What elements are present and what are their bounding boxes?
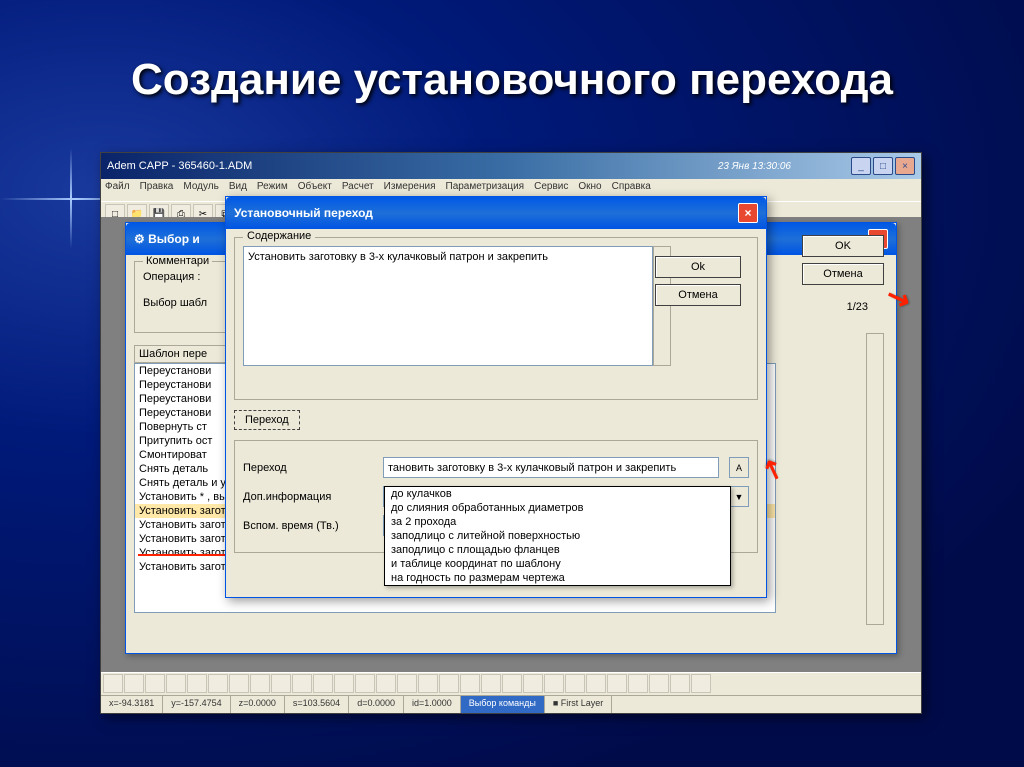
- vybor-buttons: OK Отмена: [802, 235, 884, 285]
- dopinfo-dropdown[interactable]: до кулачков до слияния обработанных диам…: [384, 486, 731, 586]
- bt-icon[interactable]: [250, 674, 270, 693]
- status-s: s=103.5604: [285, 696, 349, 713]
- bt-icon[interactable]: [355, 674, 375, 693]
- perehod-row: Переход А: [243, 457, 749, 478]
- operation-label: Операция :: [143, 271, 228, 283]
- bt-icon[interactable]: [586, 674, 606, 693]
- menu-file[interactable]: Файл: [105, 181, 130, 199]
- statusbar: x=-94.3181 y=-157.4754 z=0.0000 s=103.56…: [101, 695, 921, 713]
- content-textarea[interactable]: [243, 246, 653, 366]
- gear-icon: ⚙: [134, 232, 145, 246]
- status-layer: ■ First Layer: [545, 696, 612, 713]
- minimize-button[interactable]: _: [851, 157, 871, 175]
- dropdown-option[interactable]: до кулачков: [385, 487, 730, 501]
- column-header: Шаблон пере: [134, 345, 232, 363]
- scrollbar[interactable]: [866, 333, 884, 625]
- perehod-tab[interactable]: Переход: [234, 410, 300, 430]
- dropdown-option[interactable]: заподлицо с площадью фланцев: [385, 543, 730, 557]
- bt-icon[interactable]: [670, 674, 690, 693]
- bt-icon[interactable]: [607, 674, 627, 693]
- dropdown-option[interactable]: за 2 прохода: [385, 515, 730, 529]
- perehod-body: Содержание Ok Отмена Переход Переход А Д…: [226, 229, 766, 561]
- template-select-label: Выбор шабл: [143, 297, 228, 309]
- app-title: Adem CAPP - 365460-1.ADM: [107, 160, 252, 172]
- perehod-buttons: Ok Отмена: [655, 256, 741, 306]
- bt-icon[interactable]: [502, 674, 522, 693]
- counter: 1/23: [847, 301, 868, 313]
- ok-button[interactable]: OK: [802, 235, 884, 257]
- cancel-button[interactable]: Отмена: [655, 284, 741, 306]
- perehod-title: Установочный переход: [234, 206, 373, 220]
- dropdown-option[interactable]: до слияния обработанных диаметров: [385, 501, 730, 515]
- window-controls: _ □ ×: [851, 157, 915, 175]
- bt-icon[interactable]: [418, 674, 438, 693]
- perehod-label: Переход: [243, 462, 373, 474]
- bt-icon[interactable]: [271, 674, 291, 693]
- comment-group: Комментари Операция : Выбор шабл: [134, 261, 237, 333]
- bt-icon[interactable]: [334, 674, 354, 693]
- a-button[interactable]: А: [729, 457, 749, 478]
- status-cmd: Выбор команды: [461, 696, 545, 713]
- close-icon[interactable]: ×: [738, 203, 758, 223]
- bt-icon[interactable]: [523, 674, 543, 693]
- perehod-dialog: Установочный переход × Содержание Ok Отм…: [225, 196, 767, 598]
- bt-icon[interactable]: [691, 674, 711, 693]
- bt-icon[interactable]: [397, 674, 417, 693]
- vybor-title: Выбор и: [148, 232, 200, 246]
- status-id: id=1.0000: [404, 696, 461, 713]
- status-x: x=-94.3181: [101, 696, 163, 713]
- bt-icon[interactable]: [439, 674, 459, 693]
- bt-icon[interactable]: [565, 674, 585, 693]
- maximize-button[interactable]: □: [873, 157, 893, 175]
- comment-label: Комментари: [143, 255, 212, 267]
- bt-icon[interactable]: [649, 674, 669, 693]
- cancel-button[interactable]: Отмена: [802, 263, 884, 285]
- perehod-input[interactable]: [383, 457, 719, 478]
- bt-icon[interactable]: [481, 674, 501, 693]
- bt-icon[interactable]: [376, 674, 396, 693]
- bottom-toolbar: [101, 672, 921, 695]
- content-fieldset: Содержание Ok Отмена: [234, 237, 758, 400]
- dropdown-option[interactable]: и таблице координат по шаблону: [385, 557, 730, 571]
- bt-icon[interactable]: [166, 674, 186, 693]
- app-datetime: 23 Янв 13:30:06: [718, 161, 791, 172]
- bt-icon[interactable]: [628, 674, 648, 693]
- status-d: d=0.0000: [349, 696, 404, 713]
- ok-button[interactable]: Ok: [655, 256, 741, 278]
- bt-icon[interactable]: [229, 674, 249, 693]
- status-z: z=0.0000: [231, 696, 285, 713]
- slide-title: Создание установочного перехода: [0, 0, 1024, 105]
- bt-icon[interactable]: [460, 674, 480, 693]
- bt-icon[interactable]: [544, 674, 564, 693]
- status-y: y=-157.4754: [163, 696, 230, 713]
- close-button[interactable]: ×: [895, 157, 915, 175]
- app-titlebar: Adem CAPP - 365460-1.ADM 23 Янв 13:30:06…: [101, 153, 921, 179]
- vspom-label: Вспом. время (Тв.): [243, 520, 373, 532]
- bt-icon[interactable]: [208, 674, 228, 693]
- bt-icon[interactable]: [187, 674, 207, 693]
- dropdown-icon[interactable]: ▼: [729, 486, 749, 507]
- dopinfo-label: Доп.информация: [243, 491, 373, 503]
- bt-icon[interactable]: [103, 674, 123, 693]
- bt-icon[interactable]: [124, 674, 144, 693]
- dropdown-option[interactable]: заподлицо с литейной поверхностью: [385, 529, 730, 543]
- bt-icon[interactable]: [313, 674, 333, 693]
- menu-edit[interactable]: Правка: [140, 181, 174, 199]
- menu-module[interactable]: Модуль: [183, 181, 218, 199]
- bt-icon[interactable]: [145, 674, 165, 693]
- perehod-titlebar: Установочный переход ×: [226, 197, 766, 229]
- content-label: Содержание: [243, 230, 315, 242]
- bt-icon[interactable]: [292, 674, 312, 693]
- dropdown-option[interactable]: на годность по размерам чертежа: [385, 571, 730, 585]
